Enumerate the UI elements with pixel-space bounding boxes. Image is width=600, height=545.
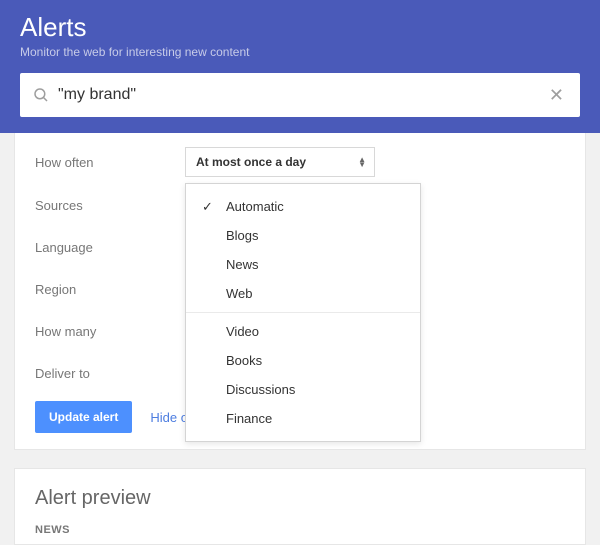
select-how-often[interactable]: At most once a day ▲▼ xyxy=(185,147,375,177)
page-header: Alerts Monitor the web for interesting n… xyxy=(0,0,600,133)
dropdown-item-label: Automatic xyxy=(226,199,284,214)
search-icon xyxy=(32,86,50,104)
dropdown-item-label: Web xyxy=(226,286,253,301)
clear-icon[interactable]: ✕ xyxy=(545,81,568,110)
search-input[interactable] xyxy=(58,73,545,117)
row-how-often: How often At most once a day ▲▼ xyxy=(35,147,565,177)
update-alert-button[interactable]: Update alert xyxy=(35,401,132,433)
check-icon: ✓ xyxy=(202,199,213,215)
dropdown-item-automatic[interactable]: ✓ Automatic xyxy=(186,192,420,221)
dropdown-item-news[interactable]: News xyxy=(186,250,420,279)
updown-icon: ▲▼ xyxy=(358,157,366,167)
alert-preview-tag: NEWS xyxy=(35,524,565,536)
dropdown-item-label: Blogs xyxy=(226,228,259,243)
page-title: Alerts xyxy=(20,12,580,43)
alert-preview-title: Alert preview xyxy=(35,487,565,510)
label-how-often: How often xyxy=(35,155,185,170)
label-region: Region xyxy=(35,282,185,297)
dropdown-item-label: Video xyxy=(226,324,259,339)
dropdown-item-video[interactable]: Video xyxy=(186,317,420,346)
label-sources: Sources xyxy=(35,198,185,213)
alert-preview-card: Alert preview NEWS xyxy=(14,468,586,545)
select-value: At most once a day xyxy=(196,155,306,169)
options-card: How often At most once a day ▲▼ Sources … xyxy=(14,133,586,450)
dropdown-item-books[interactable]: Books xyxy=(186,346,420,375)
dropdown-item-label: Books xyxy=(226,353,262,368)
dropdown-item-web[interactable]: Web xyxy=(186,279,420,308)
dropdown-item-discussions[interactable]: Discussions xyxy=(186,375,420,404)
dropdown-section-2: Video Books Discussions Finance xyxy=(186,313,420,437)
search-container: ✕ xyxy=(20,73,580,117)
dropdown-item-label: Finance xyxy=(226,411,272,426)
label-how-many: How many xyxy=(35,324,185,339)
page-subtitle: Monitor the web for interesting new cont… xyxy=(20,45,580,59)
dropdown-item-finance[interactable]: Finance xyxy=(186,404,420,433)
dropdown-section-1: ✓ Automatic Blogs News Web xyxy=(186,188,420,313)
dropdown-item-blogs[interactable]: Blogs xyxy=(186,221,420,250)
sources-dropdown: ✓ Automatic Blogs News Web Video Books D… xyxy=(185,183,421,442)
label-deliver-to: Deliver to xyxy=(35,366,185,381)
dropdown-item-label: Discussions xyxy=(226,382,295,397)
dropdown-item-label: News xyxy=(226,257,259,272)
label-language: Language xyxy=(35,240,185,255)
